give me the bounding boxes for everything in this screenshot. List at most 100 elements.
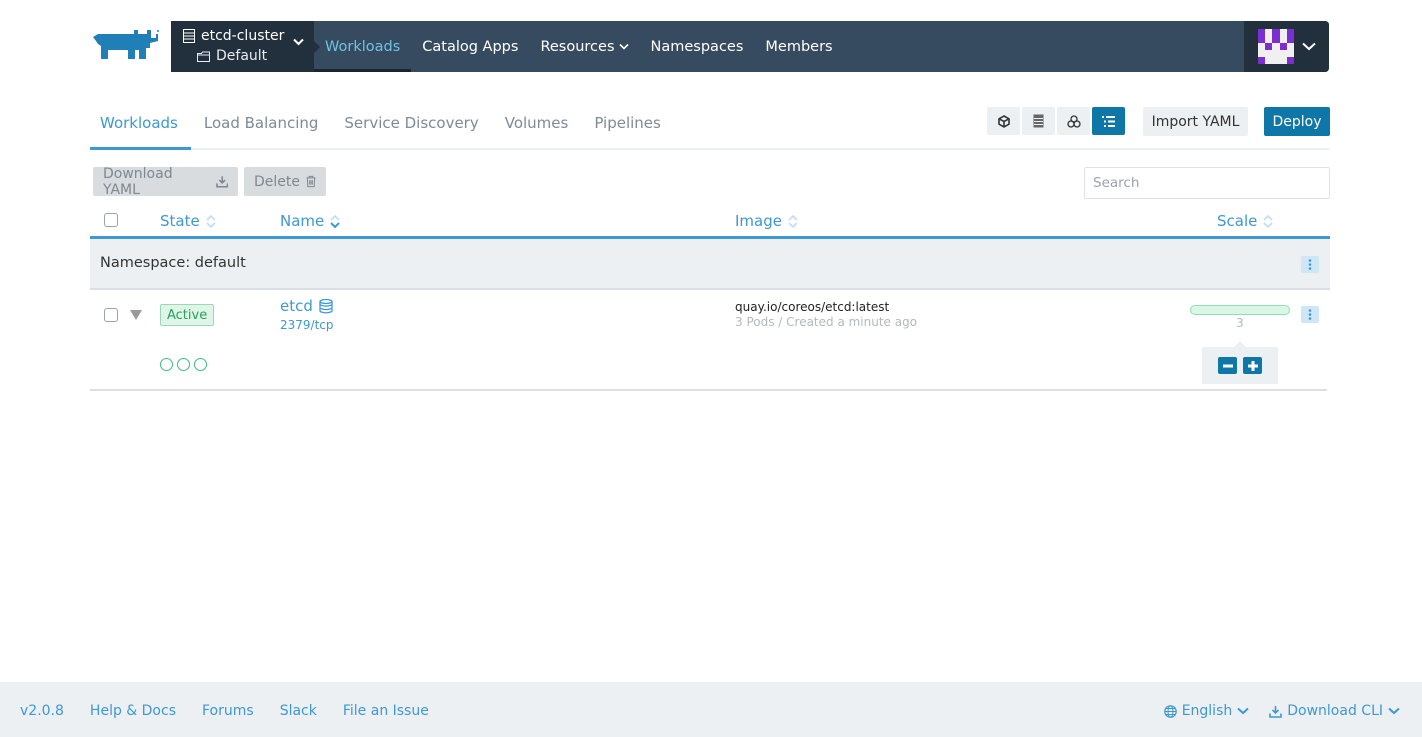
workload-actions-button[interactable] (1301, 306, 1319, 323)
pod-status-icon[interactable] (160, 358, 173, 371)
status-badge: Active (160, 304, 215, 326)
chevron-down-icon (618, 43, 629, 50)
scale-up-button[interactable] (1243, 357, 1262, 374)
nav-workloads[interactable]: Workloads (314, 21, 412, 72)
group-by-namespace-button[interactable] (1092, 107, 1125, 135)
row-checkbox[interactable] (104, 308, 118, 322)
language-label: English (1181, 703, 1233, 719)
sort-icon (788, 214, 798, 228)
avatar-pixel (1272, 57, 1280, 65)
top-navigation-bar: etcd-cluster Default Workloads Catalog A… (171, 21, 1329, 72)
scale-progress-bar (1190, 305, 1290, 315)
avatar-pixel (1279, 57, 1287, 65)
avatar-pixel (1272, 50, 1280, 58)
sort-desc-icon (330, 214, 340, 228)
nav-label: Namespaces (650, 38, 744, 55)
tab-volumes[interactable]: Volumes (492, 107, 582, 148)
chevron-down-icon (1388, 707, 1400, 715)
expand-toggle-icon[interactable] (130, 310, 142, 320)
avatar-pixel (1258, 57, 1266, 65)
avatar-pixel (1279, 35, 1287, 43)
view-toggle-group (987, 107, 1125, 135)
namespace-label: Namespace: default (100, 255, 246, 271)
avatar-pixel (1286, 42, 1294, 51)
group-by-workload-button[interactable] (1057, 107, 1090, 135)
select-all-checkbox[interactable] (104, 213, 118, 227)
cluster-name: etcd-cluster (201, 28, 285, 44)
user-menu[interactable] (1244, 21, 1329, 72)
help-docs-link[interactable]: Help & Docs (90, 703, 176, 719)
server-icon (183, 29, 195, 43)
namespace-actions-button[interactable] (1301, 256, 1319, 273)
download-icon (1269, 705, 1283, 718)
tab-load-balancing[interactable]: Load Balancing (191, 107, 332, 148)
avatar-pixel (1286, 50, 1294, 58)
rancher-logo[interactable] (90, 28, 160, 64)
avatar-pixel (1265, 35, 1273, 43)
project-name: Default (216, 48, 268, 64)
group-by-node-button[interactable] (1022, 107, 1055, 135)
scale-controls (1202, 341, 1278, 384)
avatar-pixel (1258, 42, 1266, 51)
folder-icon (197, 51, 210, 62)
database-icon (319, 298, 333, 313)
column-state[interactable]: State (160, 212, 216, 230)
table-row: Active etcd 2379/tcp quay.io/coreos/etcd… (90, 291, 1327, 391)
chevron-down-icon (1237, 707, 1249, 715)
column-scale[interactable]: Scale (1217, 212, 1273, 230)
version-link[interactable]: v2.0.8 (20, 703, 64, 719)
nav-catalog-apps[interactable]: Catalog Apps (411, 21, 529, 72)
scale-down-button[interactable] (1218, 357, 1237, 374)
download-icon (215, 176, 228, 188)
namespace-group-row: Namespace: default (90, 239, 1330, 290)
nav-namespaces[interactable]: Namespaces (640, 21, 755, 72)
avatar-pixel (1258, 50, 1266, 58)
chevron-down-icon (1302, 42, 1316, 51)
delete-label: Delete (254, 173, 300, 190)
deploy-button[interactable]: Deploy (1264, 107, 1330, 136)
avatar-pixel (1286, 57, 1294, 65)
nav-members[interactable]: Members (754, 21, 843, 72)
download-cli-menu[interactable]: Download CLI (1269, 703, 1400, 719)
download-cli-label: Download CLI (1287, 703, 1383, 719)
image-name: quay.io/coreos/etcd:latest (735, 300, 890, 314)
tab-workloads[interactable]: Workloads (90, 107, 191, 150)
avatar-pixel (1272, 35, 1280, 43)
avatar-pixel (1265, 50, 1273, 58)
language-selector[interactable]: English (1163, 703, 1250, 719)
endpoint-link[interactable]: 2379/tcp (280, 318, 334, 332)
column-image[interactable]: Image (735, 212, 798, 230)
slack-link[interactable]: Slack (280, 703, 317, 719)
pod-status-icon[interactable] (177, 358, 190, 371)
nav-label: Catalog Apps (422, 38, 519, 55)
scale-value: 3 (1236, 316, 1244, 330)
nav-label: Resources (540, 38, 615, 55)
forums-link[interactable]: Forums (202, 703, 254, 719)
main-nav: Workloads Catalog Apps Resources Namespa… (314, 21, 844, 72)
pod-status-icon[interactable] (194, 358, 207, 371)
nav-label: Members (765, 38, 833, 55)
avatar-pixel (1265, 28, 1273, 36)
workload-name-link[interactable]: etcd (280, 297, 333, 315)
column-name[interactable]: Name (280, 212, 340, 230)
group-by-none-button[interactable] (987, 107, 1020, 135)
tab-service-discovery[interactable]: Service Discovery (331, 107, 491, 148)
list-icon (1102, 115, 1115, 127)
delete-button[interactable]: Delete (244, 167, 326, 196)
file-issue-link[interactable]: File an Issue (343, 703, 429, 719)
cluster-project-switcher[interactable]: etcd-cluster Default (171, 21, 320, 72)
workload-detail: 3 Pods / Created a minute ago (735, 315, 918, 329)
cubes-icon (1066, 114, 1081, 128)
table-header: State Name Image Scale (90, 205, 1330, 239)
workload-name: etcd (280, 297, 313, 315)
nav-resources[interactable]: Resources (529, 21, 639, 72)
search-input[interactable] (1084, 167, 1330, 199)
column-label: Image (735, 212, 782, 230)
avatar-pixel (1279, 50, 1287, 58)
tab-pipelines[interactable]: Pipelines (581, 107, 674, 148)
footer: v2.0.8 Help & Docs Forums Slack File an … (0, 682, 1422, 737)
download-yaml-button[interactable]: Download YAML (93, 166, 238, 198)
avatar-pixel (1279, 28, 1287, 36)
import-yaml-button[interactable]: Import YAML (1143, 107, 1248, 136)
avatar-pixel (1258, 35, 1266, 43)
